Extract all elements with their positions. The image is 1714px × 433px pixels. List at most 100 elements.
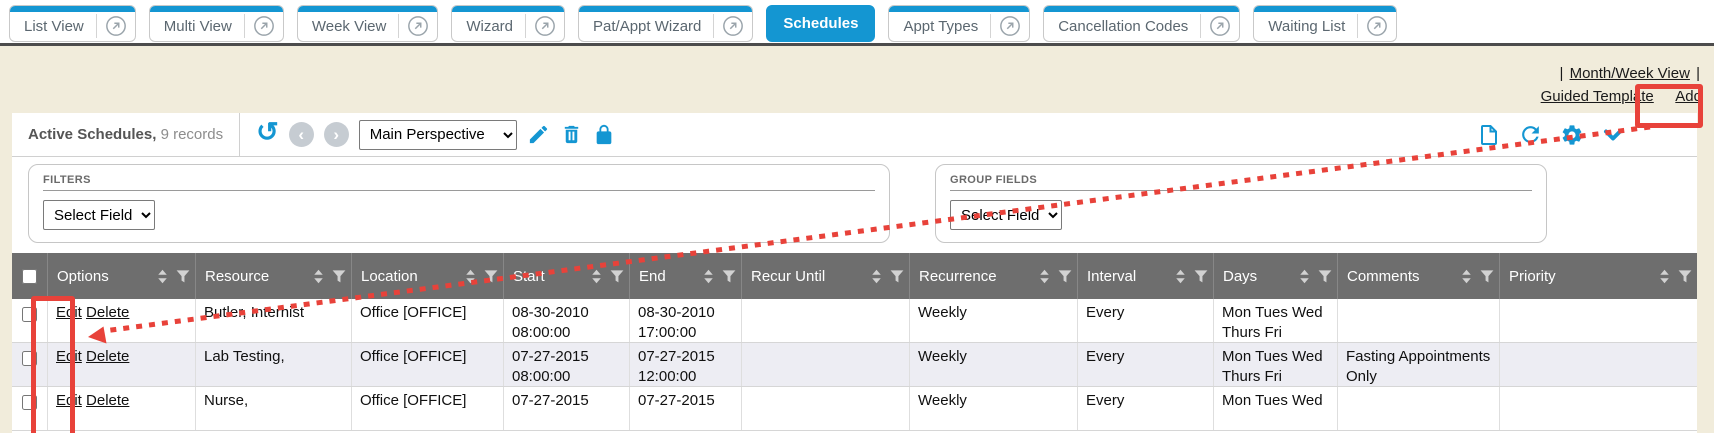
edit-link[interactable]: Edit — [56, 392, 82, 409]
sort-icon[interactable] — [311, 268, 326, 285]
resource-cell: Nurse, — [196, 387, 352, 430]
sort-icon[interactable] — [155, 268, 170, 285]
tab-label: Schedules — [767, 15, 874, 32]
external-link-icon[interactable] — [526, 15, 564, 37]
tab-week-view[interactable]: Week View — [297, 5, 438, 42]
external-link-icon[interactable] — [991, 15, 1029, 37]
sort-icon[interactable] — [1173, 268, 1188, 285]
filter-funnel-icon[interactable] — [1479, 268, 1495, 284]
delete-link[interactable]: Delete — [86, 304, 129, 321]
tab-wizard[interactable]: Wizard — [451, 5, 565, 42]
priority-cell — [1500, 299, 1697, 342]
external-link-icon[interactable] — [245, 15, 283, 37]
end-time: 17:00:00 — [638, 323, 733, 342]
delete-link[interactable]: Delete — [86, 348, 129, 365]
tab-list-view[interactable]: List View — [9, 5, 136, 42]
column-header-priority[interactable]: Priority — [1500, 253, 1697, 299]
sort-icon[interactable] — [869, 268, 884, 285]
delete-link[interactable]: Delete — [86, 392, 129, 409]
pipe-separator: | — [1560, 65, 1564, 82]
start-cell: 08-30-201008:00:00 — [504, 299, 630, 342]
column-header-recur-until[interactable]: Recur Until — [742, 253, 910, 299]
filter-funnel-icon[interactable] — [1677, 268, 1693, 284]
external-link-icon[interactable] — [1358, 15, 1396, 37]
days-cell: Mon Tues Wed Thurs Fri — [1214, 343, 1338, 386]
tab-waiting-list[interactable]: Waiting List — [1253, 5, 1397, 42]
edit-link[interactable]: Edit — [56, 304, 82, 321]
sort-icon[interactable] — [1037, 268, 1052, 285]
filter-funnel-icon[interactable] — [1193, 268, 1209, 284]
table-row: Edit Delete Nurse, Office [OFFICE] 07-27… — [12, 387, 1697, 431]
lock-icon[interactable] — [593, 124, 615, 146]
column-header-days[interactable]: Days — [1214, 253, 1338, 299]
month-week-view-link[interactable]: Month/Week View — [1570, 65, 1690, 82]
edit-link[interactable]: Edit — [56, 348, 82, 365]
new-document-icon[interactable] — [1477, 123, 1501, 147]
filter-funnel-icon[interactable] — [1317, 268, 1333, 284]
tab-label: Pat/Appt Wizard — [579, 18, 713, 35]
filters-box: FILTERS Select Field — [28, 164, 890, 243]
location-cell: Office [OFFICE] — [352, 299, 504, 342]
column-header-interval[interactable]: Interval — [1078, 253, 1214, 299]
template-add-row: Guided Template Add — [1541, 85, 1702, 108]
row-checkbox[interactable] — [22, 307, 37, 322]
external-link-icon[interactable] — [399, 15, 437, 37]
undo-icon[interactable]: ↺ — [256, 121, 279, 148]
sort-icon[interactable] — [589, 268, 604, 285]
refresh-icon[interactable] — [1518, 122, 1543, 147]
filters-title: FILTERS — [43, 174, 875, 191]
tab-pat-appt-wizard[interactable]: Pat/Appt Wizard — [578, 5, 753, 42]
column-label: Priority — [1509, 268, 1556, 285]
sort-icon[interactable] — [463, 268, 478, 285]
column-header-end[interactable]: End — [630, 253, 742, 299]
filter-funnel-icon[interactable] — [721, 268, 737, 284]
filter-funnel-icon[interactable] — [609, 268, 625, 284]
nav-forward-icon[interactable]: › — [324, 122, 349, 147]
start-date: 08-30-2010 — [512, 303, 621, 323]
filters-field-select[interactable]: Select Field — [43, 200, 155, 230]
group-field-select[interactable]: Select Field — [950, 200, 1062, 230]
delete-trash-icon[interactable] — [560, 123, 583, 146]
schedule-links: | Month/Week View | Guided Template Add — [1541, 62, 1702, 108]
column-header-recurrence[interactable]: Recurrence — [910, 253, 1078, 299]
sort-icon[interactable] — [701, 268, 716, 285]
add-link[interactable]: Add — [1675, 88, 1702, 105]
filter-funnel-icon[interactable] — [889, 268, 905, 284]
sort-icon[interactable] — [1297, 268, 1312, 285]
comments-cell — [1338, 299, 1500, 342]
guided-template-link[interactable]: Guided Template — [1541, 88, 1654, 105]
sort-icon[interactable] — [1459, 268, 1474, 285]
edit-pencil-icon[interactable] — [527, 123, 550, 146]
nav-back-icon[interactable]: ‹ — [289, 122, 314, 147]
chevron-down-icon[interactable] — [1601, 123, 1625, 147]
interval-cell: Every — [1078, 299, 1214, 342]
select-all-checkbox[interactable] — [22, 269, 37, 284]
column-header-options[interactable]: Options — [48, 253, 196, 299]
tab-cancellation-codes[interactable]: Cancellation Codes — [1043, 5, 1240, 42]
filter-funnel-icon[interactable] — [1057, 268, 1073, 284]
column-label: Recur Until — [751, 268, 825, 285]
row-checkbox[interactable] — [22, 395, 37, 410]
column-header-location[interactable]: Location — [352, 253, 504, 299]
filter-funnel-icon[interactable] — [175, 268, 191, 284]
tab-appt-types[interactable]: Appt Types — [888, 5, 1030, 42]
column-header-start[interactable]: Start — [504, 253, 630, 299]
filter-funnel-icon[interactable] — [331, 268, 347, 284]
gear-icon[interactable] — [1560, 123, 1584, 147]
sort-icon[interactable] — [1657, 268, 1672, 285]
panel-toolbar: Active Schedules, 9 records ↺ ‹ › Main P… — [12, 113, 1697, 157]
perspective-select[interactable]: Main Perspective — [359, 120, 517, 150]
external-link-icon[interactable] — [97, 15, 135, 37]
column-header-resource[interactable]: Resource — [196, 253, 352, 299]
recurrence-cell: Weekly — [910, 299, 1078, 342]
column-header-comments[interactable]: Comments — [1338, 253, 1500, 299]
tab-multi-view[interactable]: Multi View — [149, 5, 284, 42]
tab-bar: List View Multi View Week View Wizard Pa… — [0, 0, 1714, 46]
external-link-icon[interactable] — [1201, 15, 1239, 37]
tab-schedules[interactable]: Schedules — [766, 5, 875, 42]
row-checkbox[interactable] — [22, 351, 37, 366]
filter-funnel-icon[interactable] — [483, 268, 499, 284]
tab-label: Wizard — [452, 18, 525, 35]
external-link-icon[interactable] — [714, 15, 752, 37]
panel-title: Active Schedules, 9 records — [12, 126, 239, 143]
